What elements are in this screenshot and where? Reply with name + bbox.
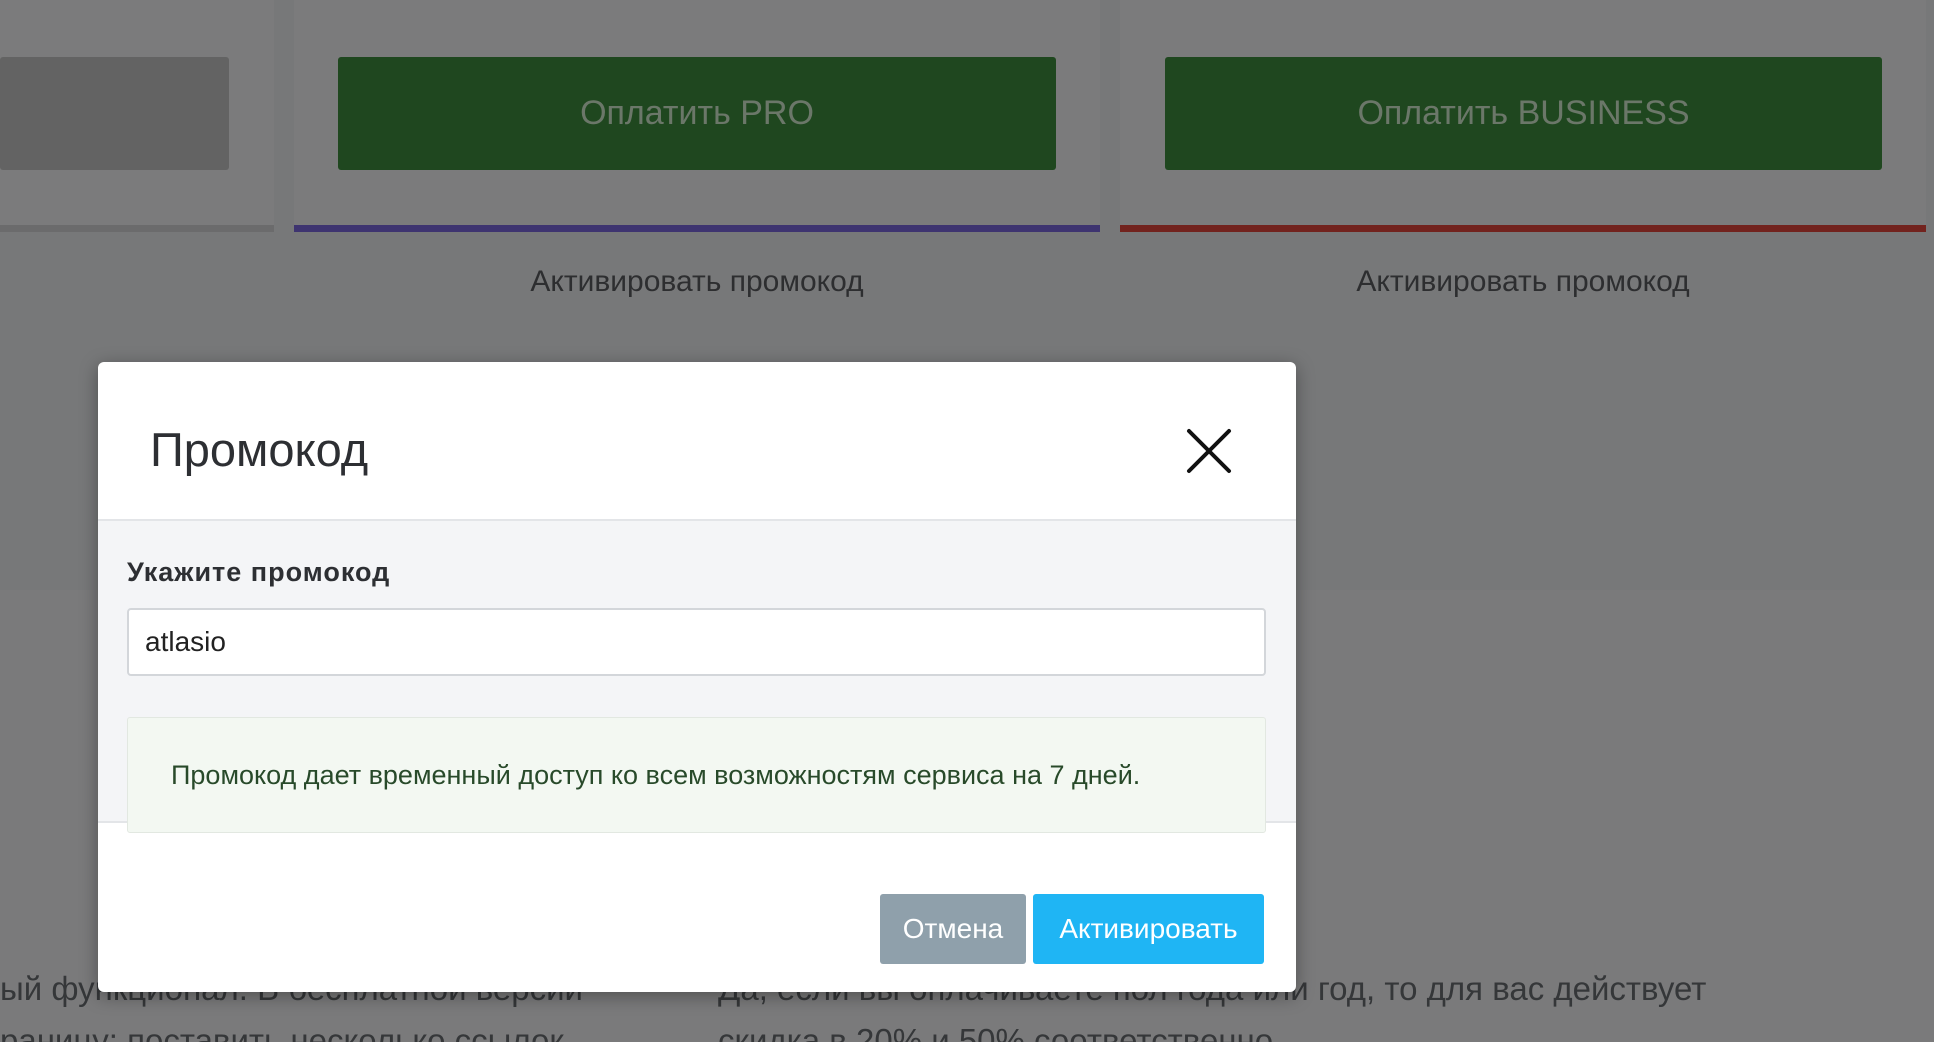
- close-button[interactable]: [1186, 428, 1232, 474]
- promo-info-text: Промокод дает временный доступ ко всем в…: [171, 759, 1141, 790]
- pricing-page: Оплатить PRO Оплатить BUSINESS Активиров…: [0, 0, 1934, 1042]
- promo-code-label: Укажите промокод: [127, 557, 391, 587]
- dialog-header: Промокод: [98, 362, 1296, 521]
- dialog-title: Промокод: [150, 423, 369, 476]
- promo-code-dialog: Промокод Укажите промокод Промокод дает …: [98, 362, 1296, 992]
- cancel-button[interactable]: Отмена: [880, 894, 1026, 964]
- close-icon: [1187, 429, 1231, 473]
- activate-button[interactable]: Активировать: [1033, 894, 1264, 964]
- promo-code-input[interactable]: [127, 608, 1266, 676]
- promo-info-alert: Промокод дает временный доступ ко всем в…: [127, 717, 1266, 833]
